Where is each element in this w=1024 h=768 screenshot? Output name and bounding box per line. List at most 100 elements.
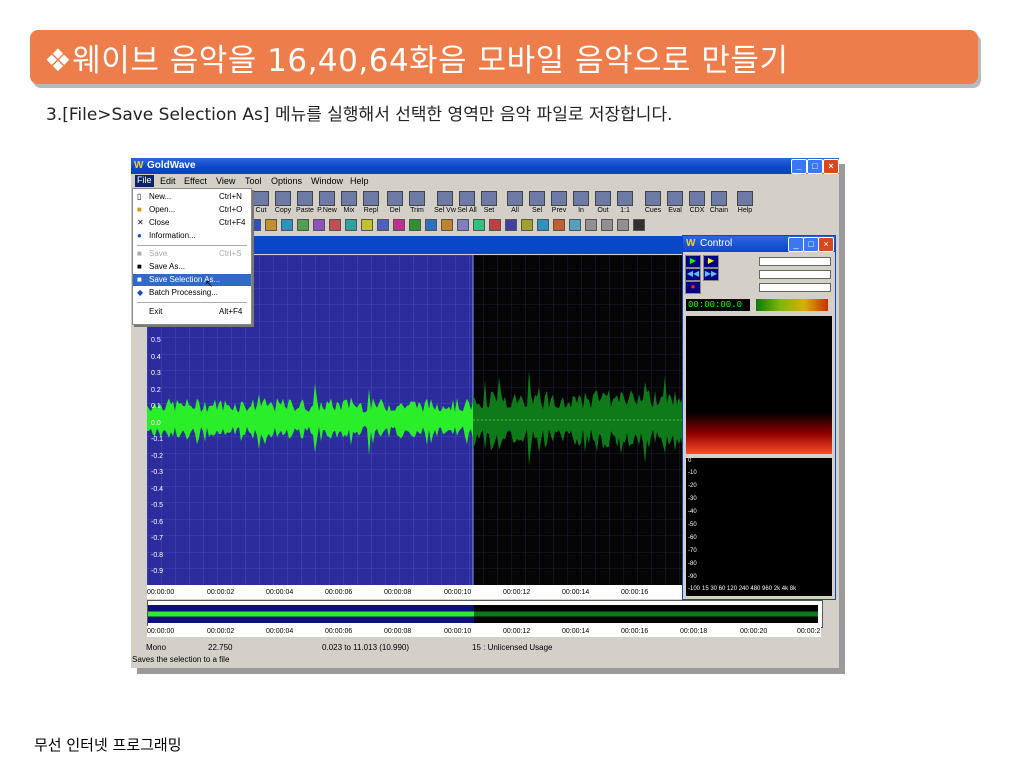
paste-button[interactable]: Paste: [293, 189, 317, 216]
effect-tool-icon[interactable]: [537, 219, 549, 231]
effect-tool-icon[interactable]: [473, 219, 485, 231]
cut-button[interactable]: Cut: [249, 189, 273, 216]
overview-tick-label: 00:00:18: [680, 628, 708, 635]
menu-item-close[interactable]: ✕ Close Ctrl+F4: [133, 217, 251, 229]
effect-tool-icon[interactable]: [377, 219, 389, 231]
paste-new-button[interactable]: P.New: [315, 189, 339, 216]
menu-item-open[interactable]: ■ Open... Ctrl+O: [133, 204, 251, 216]
effect-tool-icon[interactable]: [265, 219, 277, 231]
mix-button[interactable]: Mix: [337, 189, 361, 216]
effect-tool-icon[interactable]: [585, 219, 597, 231]
balance-slider[interactable]: [759, 270, 831, 279]
set-button[interactable]: Set: [477, 189, 501, 216]
trim-button[interactable]: Trim: [405, 189, 429, 216]
effect-tool-icon[interactable]: [617, 219, 629, 231]
control-close-button[interactable]: ×: [818, 237, 834, 252]
time-tick-label: 00:00:16: [621, 589, 649, 596]
menu-effect[interactable]: Effect: [184, 176, 207, 186]
chain-button[interactable]: Chain: [707, 189, 731, 216]
y-axis-label: -0.9: [151, 568, 164, 575]
menu-help[interactable]: Help: [350, 176, 369, 186]
menu-item-save[interactable]: ■ Save Ctrl+S: [133, 248, 251, 260]
info-icon: ●: [137, 231, 142, 240]
time-tick-label: 00:00:04: [266, 589, 294, 596]
effect-tool-icon[interactable]: [569, 219, 581, 231]
menu-window[interactable]: Window: [311, 176, 343, 186]
select-all-button[interactable]: Sel All: [455, 189, 479, 216]
slide-footer: 무선 인터넷 프로그래밍: [34, 736, 182, 754]
menu-view[interactable]: View: [216, 176, 235, 186]
maximize-button[interactable]: □: [807, 159, 823, 174]
effect-tool-icon[interactable]: [345, 219, 357, 231]
replace-button[interactable]: Repl: [359, 189, 383, 216]
overview-waveform[interactable]: [147, 600, 823, 628]
effect-tool-icon[interactable]: [361, 219, 373, 231]
overview-tick-label: 00:00:00: [147, 628, 175, 635]
control-minimize-button[interactable]: _: [788, 237, 804, 252]
menu-edit[interactable]: Edit: [160, 176, 176, 186]
menu-item-information[interactable]: ● Information...: [133, 230, 251, 242]
speed-slider[interactable]: [759, 283, 831, 292]
effect-tool-icon[interactable]: [521, 219, 533, 231]
effect-tool-icon[interactable]: [409, 219, 421, 231]
menu-item-exit[interactable]: Exit Alt+F4: [133, 306, 251, 318]
spectrum-x-labels: 15 30 60 120 240 480 960 2k 4k 8k: [702, 586, 797, 592]
zoom-previous-button[interactable]: Prev: [547, 189, 571, 216]
menu-item-save-as[interactable]: ■ Save As...: [133, 261, 251, 273]
zoom-out-button[interactable]: Out: [591, 189, 615, 216]
zoom-selection-button[interactable]: Sel: [525, 189, 549, 216]
effect-tool-icon[interactable]: [457, 219, 469, 231]
effect-tool-icon[interactable]: [393, 219, 405, 231]
zoom-in-icon: [573, 191, 589, 206]
save-as-icon: ■: [137, 262, 142, 271]
effect-tool-icon[interactable]: [489, 219, 501, 231]
help-button[interactable]: Help: [733, 189, 757, 216]
copy-button[interactable]: Copy: [271, 189, 295, 216]
time-tick-label: 00:00:14: [562, 589, 590, 596]
play-button[interactable]: ▶: [685, 255, 701, 268]
effect-tool-icon[interactable]: [297, 219, 309, 231]
control-titlebar[interactable]: W Control _ □ ×: [683, 236, 835, 252]
trim-icon: [409, 191, 425, 206]
effect-tool-icon[interactable]: [553, 219, 565, 231]
zoom-all-button[interactable]: All: [503, 189, 527, 216]
effect-tool-icon[interactable]: [281, 219, 293, 231]
window-close-button[interactable]: ×: [823, 159, 839, 174]
y-axis-label: -0.5: [151, 502, 164, 509]
control-maximize-button[interactable]: □: [803, 237, 819, 252]
rewind-button[interactable]: ◀◀: [685, 268, 701, 281]
menu-item-new[interactable]: ▯ New... Ctrl+N: [133, 191, 251, 203]
menu-file[interactable]: File: [135, 175, 154, 187]
select-all-icon: [459, 191, 475, 206]
status-hint-bar: Saves the selection to a file: [132, 655, 837, 666]
window-titlebar[interactable]: W GoldWave _ □ ×: [131, 158, 839, 174]
record-button[interactable]: ●: [685, 281, 701, 294]
effect-tool-icon[interactable]: [329, 219, 341, 231]
effect-tool-icon[interactable]: [505, 219, 517, 231]
set-icon: [481, 191, 497, 206]
effect-tool-icon[interactable]: [425, 219, 437, 231]
select-view-button[interactable]: Sel Vw: [433, 189, 457, 216]
fast-forward-button[interactable]: ▶▶: [703, 268, 719, 281]
replace-icon: [363, 191, 379, 206]
effect-tool-icon[interactable]: [601, 219, 613, 231]
zoom-in-button[interactable]: In: [569, 189, 593, 216]
menu-tool[interactable]: Tool: [245, 176, 262, 186]
zoom-1-1-button[interactable]: 1:1: [613, 189, 637, 216]
cues-button[interactable]: Cues: [641, 189, 665, 216]
eval-button[interactable]: Eval: [663, 189, 687, 216]
effect-tool-icon[interactable]: [633, 219, 645, 231]
minimize-button[interactable]: _: [791, 159, 807, 174]
play-selection-button[interactable]: ▶: [703, 255, 719, 268]
cdx-button[interactable]: CDX: [685, 189, 709, 216]
volume-slider[interactable]: [759, 257, 831, 266]
menu-options[interactable]: Options: [271, 176, 302, 186]
menu-item-batch-processing[interactable]: ◆ Batch Processing...: [133, 287, 251, 299]
eval-icon: [667, 191, 683, 206]
effect-tool-icon[interactable]: [313, 219, 325, 231]
scissors-icon: [253, 191, 269, 206]
cues-icon: [645, 191, 661, 206]
delete-button[interactable]: Del: [383, 189, 407, 216]
menu-item-save-selection-as[interactable]: ■ Save Selection As...: [133, 274, 251, 286]
effect-tool-icon[interactable]: [441, 219, 453, 231]
